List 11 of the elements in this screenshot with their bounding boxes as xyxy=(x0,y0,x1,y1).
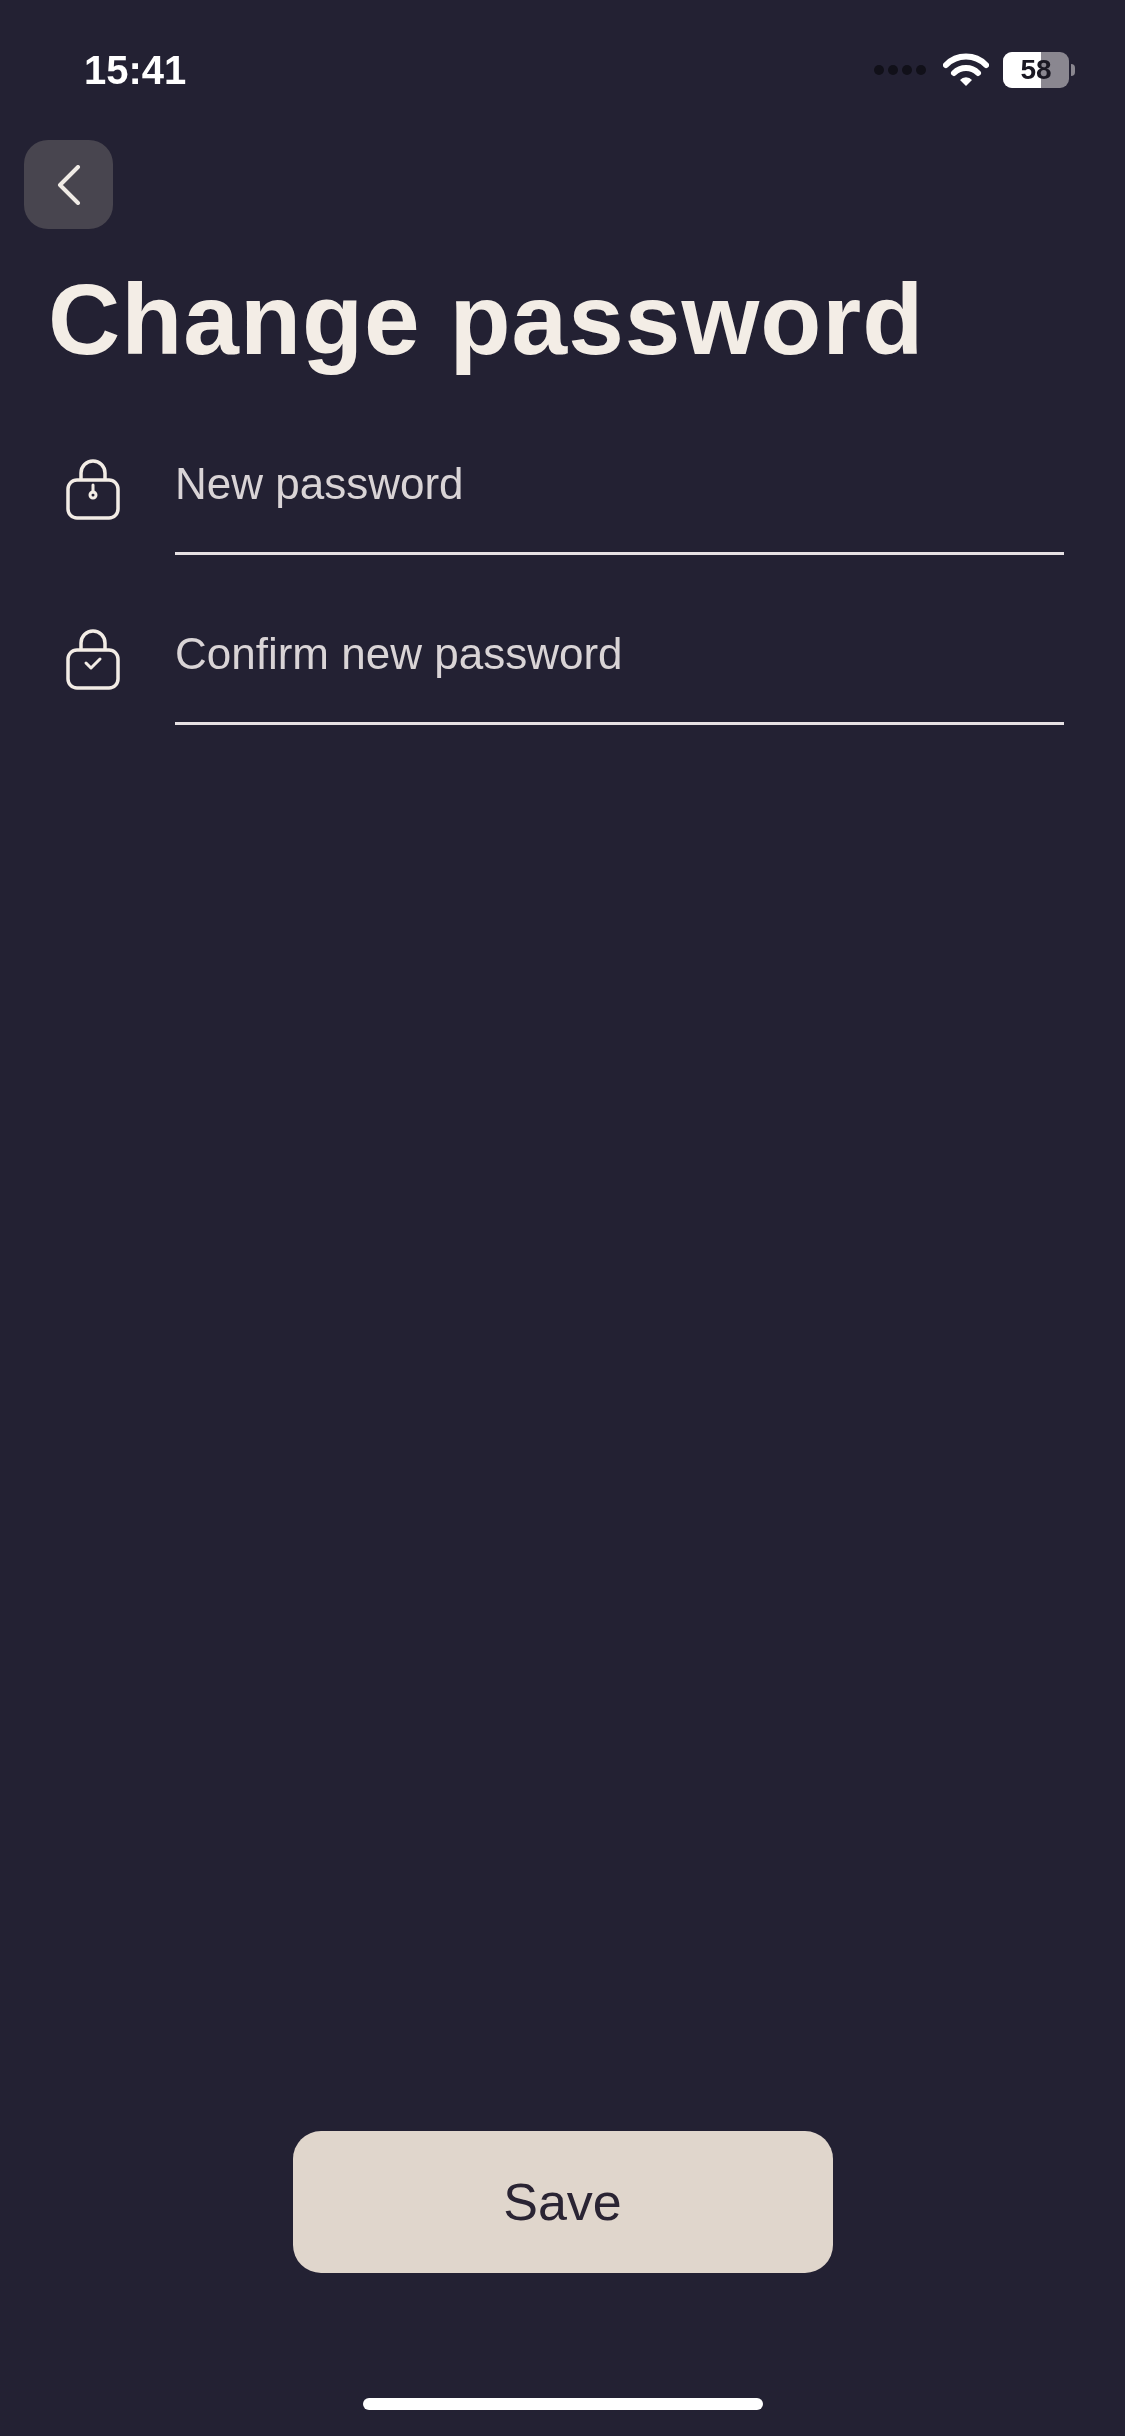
lock-check-icon xyxy=(65,628,121,692)
page-title: Change password xyxy=(48,262,926,377)
status-time: 15:41 xyxy=(84,47,187,94)
password-field[interactable]: New password xyxy=(175,425,1064,555)
password-field[interactable]: Confirm new password xyxy=(175,595,1064,725)
wifi-icon xyxy=(943,53,989,87)
save-button[interactable]: Save xyxy=(292,2131,833,2273)
lock-icon xyxy=(65,458,121,522)
chevron-left-icon xyxy=(56,164,81,205)
back-button[interactable] xyxy=(24,140,113,229)
signal-icon xyxy=(873,63,929,77)
